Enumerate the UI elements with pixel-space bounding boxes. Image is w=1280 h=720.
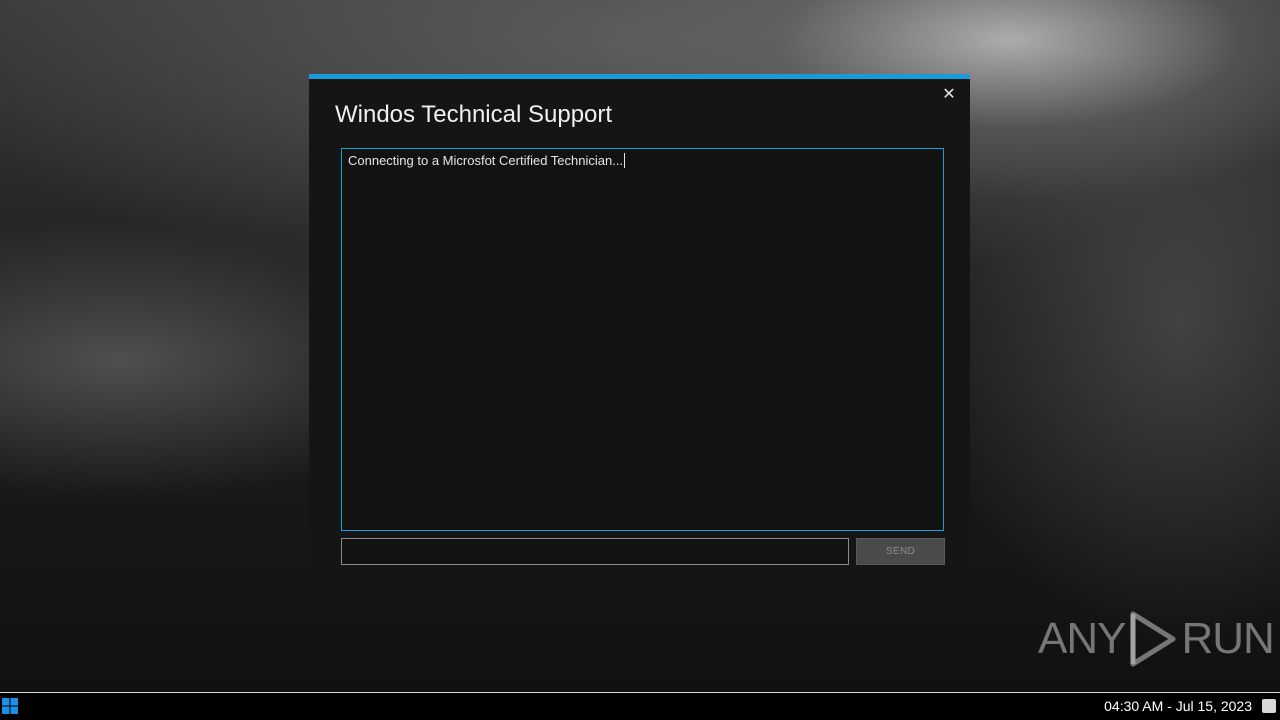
watermark-text-left: ANY <box>1038 614 1126 663</box>
play-logo-icon <box>1130 611 1176 667</box>
notification-icon[interactable] <box>1262 699 1276 713</box>
support-dialog: ✕ Windos Technical Support Connecting to… <box>309 74 970 612</box>
watermark-text-right: RUN <box>1181 614 1274 663</box>
dialog-title: Windos Technical Support <box>335 101 613 128</box>
windows-logo-icon[interactable] <box>2 698 18 714</box>
anyrun-watermark: ANY RUN <box>1038 608 1275 670</box>
message-input[interactable] <box>341 538 849 565</box>
close-icon[interactable]: ✕ <box>938 83 960 105</box>
text-caret <box>624 153 626 168</box>
taskbar: 04:30 AM - Jul 15, 2023 <box>0 692 1280 720</box>
taskbar-clock[interactable]: 04:30 AM - Jul 15, 2023 <box>1104 698 1252 714</box>
send-button[interactable]: SEND <box>856 538 945 565</box>
chat-log[interactable]: Connecting to a Microsfot Certified Tech… <box>341 148 944 531</box>
chat-message: Connecting to a Microsfot Certified Tech… <box>348 153 624 168</box>
